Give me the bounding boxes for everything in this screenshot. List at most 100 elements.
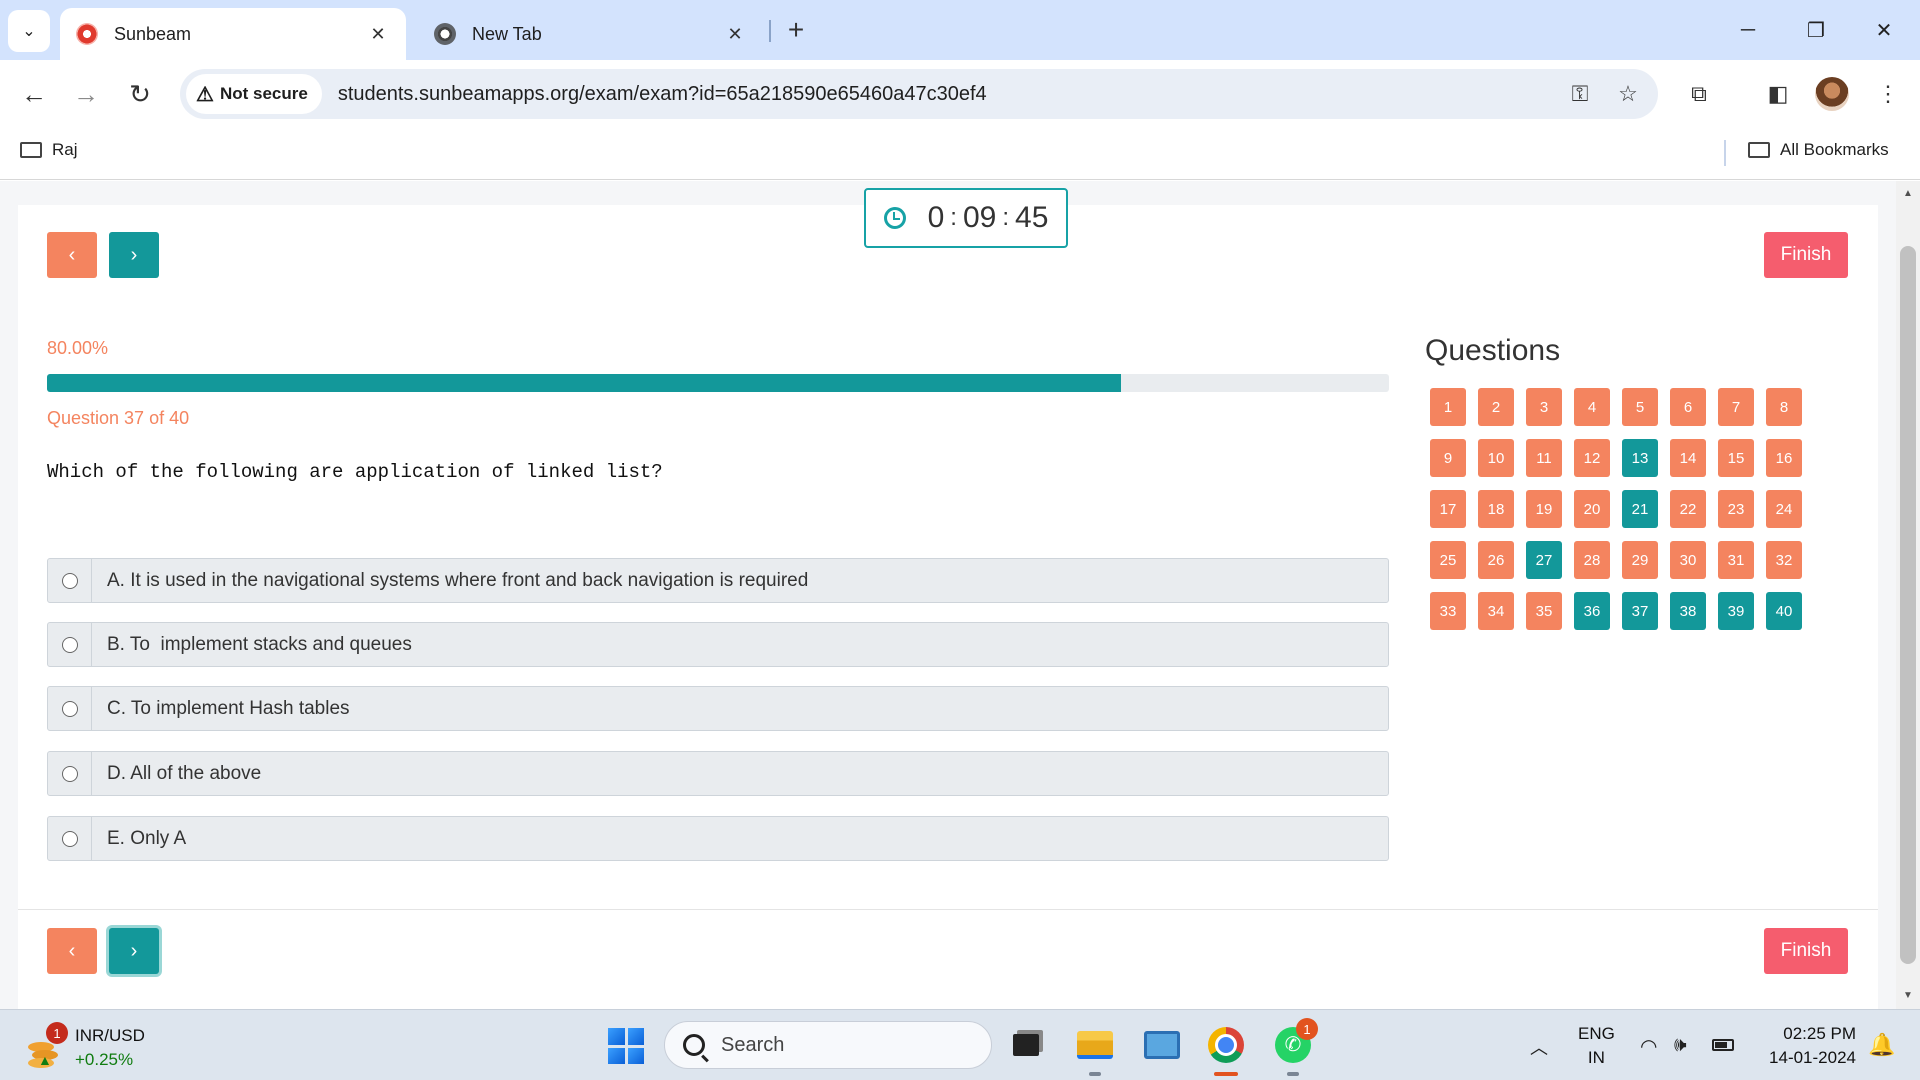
windows-start-icon[interactable] — [608, 1028, 644, 1064]
question-nav-button-33[interactable]: 33 — [1430, 592, 1466, 630]
language-indicator[interactable]: ENG IN — [1578, 1022, 1615, 1070]
radio-button[interactable] — [61, 572, 78, 589]
question-nav-button-31[interactable]: 31 — [1718, 541, 1754, 579]
wifi-icon[interactable]: ◠ — [1640, 1034, 1657, 1059]
address-bar[interactable]: ⚠ Not secure students.sunbeamapps.org/ex… — [180, 69, 1658, 119]
close-window-button[interactable]: ✕ — [1860, 10, 1908, 50]
extensions-puzzle-icon[interactable]: ⧉ — [1679, 74, 1719, 114]
finish-button-bottom[interactable]: Finish — [1764, 928, 1848, 974]
remote-desktop-icon[interactable] — [1141, 1024, 1183, 1066]
close-tab-icon[interactable]: ✕ — [366, 24, 390, 45]
radio-button[interactable] — [61, 765, 78, 782]
question-nav-button-5[interactable]: 5 — [1622, 388, 1658, 426]
profile-avatar[interactable] — [1815, 77, 1849, 111]
answer-option-d[interactable]: D. All of the above — [47, 751, 1389, 796]
battery-icon[interactable] — [1712, 1034, 1734, 1057]
question-nav-button-34[interactable]: 34 — [1478, 592, 1514, 630]
radio-button[interactable] — [61, 700, 78, 717]
question-nav-button-38[interactable]: 38 — [1670, 592, 1706, 630]
url-text[interactable]: students.sunbeamapps.org/exam/exam?id=65… — [338, 83, 1562, 106]
task-view-icon[interactable] — [1005, 1024, 1047, 1066]
next-question-button-bottom[interactable]: › — [109, 928, 159, 974]
minimize-button[interactable]: ─ — [1724, 10, 1772, 50]
radio-cell[interactable] — [48, 623, 92, 666]
question-nav-button-9[interactable]: 9 — [1430, 439, 1466, 477]
system-clock[interactable]: 02:25 PM 14-01-2024 — [1760, 1022, 1856, 1070]
more-menu-icon[interactable]: ⋮ — [1868, 74, 1908, 114]
question-nav-button-30[interactable]: 30 — [1670, 541, 1706, 579]
bookmark-folder-raj[interactable]: Raj — [20, 140, 78, 160]
question-nav-button-23[interactable]: 23 — [1718, 490, 1754, 528]
question-nav-button-11[interactable]: 11 — [1526, 439, 1562, 477]
question-nav-button-8[interactable]: 8 — [1766, 388, 1802, 426]
question-nav-button-19[interactable]: 19 — [1526, 490, 1562, 528]
radio-cell[interactable] — [48, 687, 92, 730]
back-arrow-icon[interactable]: ← — [14, 74, 54, 114]
radio-cell[interactable] — [48, 559, 92, 602]
question-nav-button-20[interactable]: 20 — [1574, 490, 1610, 528]
question-nav-button-4[interactable]: 4 — [1574, 388, 1610, 426]
question-nav-button-24[interactable]: 24 — [1766, 490, 1802, 528]
question-nav-button-10[interactable]: 10 — [1478, 439, 1514, 477]
question-nav-button-12[interactable]: 12 — [1574, 439, 1610, 477]
question-nav-button-7[interactable]: 7 — [1718, 388, 1754, 426]
question-nav-button-28[interactable]: 28 — [1574, 541, 1610, 579]
answer-option-c[interactable]: C. To implement Hash tables — [47, 686, 1389, 731]
market-widget-icon[interactable]: ▲ 1 — [26, 1022, 70, 1068]
question-nav-button-13[interactable]: 13 — [1622, 439, 1658, 477]
market-ticker[interactable]: INR/USD +0.25% — [75, 1024, 145, 1072]
question-nav-button-39[interactable]: 39 — [1718, 592, 1754, 630]
question-nav-button-36[interactable]: 36 — [1574, 592, 1610, 630]
question-nav-button-40[interactable]: 40 — [1766, 592, 1802, 630]
whatsapp-icon[interactable]: ✆ 1 — [1272, 1018, 1318, 1076]
question-nav-button-1[interactable]: 1 — [1430, 388, 1466, 426]
scroll-down-arrow-icon[interactable]: ▼ — [1900, 990, 1916, 1006]
previous-question-button[interactable]: ‹ — [47, 232, 97, 278]
radio-cell[interactable] — [48, 752, 92, 795]
tab-sunbeam[interactable]: Sunbeam ✕ — [60, 8, 406, 60]
radio-cell[interactable] — [48, 817, 92, 860]
question-nav-button-26[interactable]: 26 — [1478, 541, 1514, 579]
question-nav-button-14[interactable]: 14 — [1670, 439, 1706, 477]
radio-button[interactable] — [61, 830, 78, 847]
forward-arrow-icon[interactable]: → — [66, 74, 106, 114]
next-question-button[interactable]: › — [109, 232, 159, 278]
question-nav-button-6[interactable]: 6 — [1670, 388, 1706, 426]
reload-icon[interactable]: ↻ — [120, 74, 160, 114]
notification-bell-icon[interactable]: 🔔 — [1868, 1032, 1895, 1058]
side-panel-icon[interactable]: ◧ — [1758, 74, 1798, 114]
question-nav-button-15[interactable]: 15 — [1718, 439, 1754, 477]
tab-new-tab[interactable]: New Tab ✕ — [418, 8, 763, 60]
question-nav-button-32[interactable]: 32 — [1766, 541, 1802, 579]
scroll-up-arrow-icon[interactable]: ▲ — [1900, 188, 1916, 204]
restore-button[interactable]: ❐ — [1792, 10, 1840, 50]
question-nav-button-22[interactable]: 22 — [1670, 490, 1706, 528]
question-nav-button-27[interactable]: 27 — [1526, 541, 1562, 579]
question-nav-button-35[interactable]: 35 — [1526, 592, 1562, 630]
all-bookmarks-button[interactable]: All Bookmarks — [1748, 140, 1889, 160]
radio-button[interactable] — [61, 636, 78, 653]
question-nav-button-18[interactable]: 18 — [1478, 490, 1514, 528]
question-nav-button-17[interactable]: 17 — [1430, 490, 1466, 528]
question-nav-button-16[interactable]: 16 — [1766, 439, 1802, 477]
new-tab-button[interactable]: + — [780, 14, 812, 46]
scrollbar-thumb[interactable] — [1900, 246, 1916, 964]
taskbar-search[interactable]: Search — [664, 1021, 992, 1069]
tab-search-dropdown-button[interactable]: ⌄ — [8, 10, 50, 52]
volume-icon[interactable]: 🕪 — [1674, 1034, 1687, 1057]
answer-option-e[interactable]: E. Only A — [47, 816, 1389, 861]
question-nav-button-21[interactable]: 21 — [1622, 490, 1658, 528]
security-chip[interactable]: ⚠ Not secure — [186, 74, 322, 114]
finish-button[interactable]: Finish — [1764, 232, 1848, 278]
file-explorer-icon[interactable] — [1074, 1024, 1116, 1076]
previous-question-button-bottom[interactable]: ‹ — [47, 928, 97, 974]
chevron-up-icon[interactable]: ︿ — [1530, 1034, 1548, 1060]
chrome-icon[interactable] — [1205, 1024, 1247, 1076]
question-nav-button-29[interactable]: 29 — [1622, 541, 1658, 579]
answer-option-a[interactable]: A. It is used in the navigational system… — [47, 558, 1389, 603]
close-tab-icon[interactable]: ✕ — [723, 24, 747, 45]
question-nav-button-37[interactable]: 37 — [1622, 592, 1658, 630]
question-nav-button-3[interactable]: 3 — [1526, 388, 1562, 426]
password-key-icon[interactable]: ⚿ — [1562, 76, 1598, 112]
question-nav-button-2[interactable]: 2 — [1478, 388, 1514, 426]
